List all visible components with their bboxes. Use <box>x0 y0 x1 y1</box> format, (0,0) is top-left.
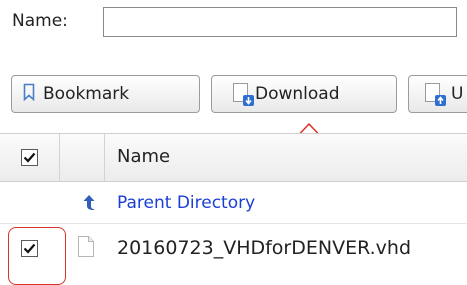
parent-directory-link[interactable]: Parent Directory <box>117 193 255 213</box>
upload-file-icon <box>425 83 446 106</box>
file-name[interactable]: 20160723_VHDforDENVER.vhd <box>117 237 411 259</box>
up-arrow-icon <box>82 194 96 214</box>
name-label: Name: <box>12 11 68 31</box>
bookmark-icon <box>23 83 35 106</box>
download-label: Download <box>255 84 340 104</box>
download-button[interactable]: Download <box>211 75 397 113</box>
file-icon <box>78 236 94 261</box>
bookmark-label: Bookmark <box>43 84 130 104</box>
table-row[interactable]: 20160723_VHDforDENVER.vhd <box>0 224 467 272</box>
annotation-box <box>8 227 66 285</box>
column-header-name[interactable]: Name <box>117 146 170 167</box>
parent-directory-row[interactable]: Parent Directory <box>0 181 467 224</box>
bookmark-button[interactable]: Bookmark <box>11 75 200 113</box>
table-header: Name <box>0 133 467 182</box>
name-input[interactable] <box>103 7 457 37</box>
download-file-icon <box>233 83 254 106</box>
upload-button[interactable]: U <box>408 75 467 113</box>
select-all-checkbox[interactable] <box>21 149 38 166</box>
upload-label: U <box>451 84 464 104</box>
